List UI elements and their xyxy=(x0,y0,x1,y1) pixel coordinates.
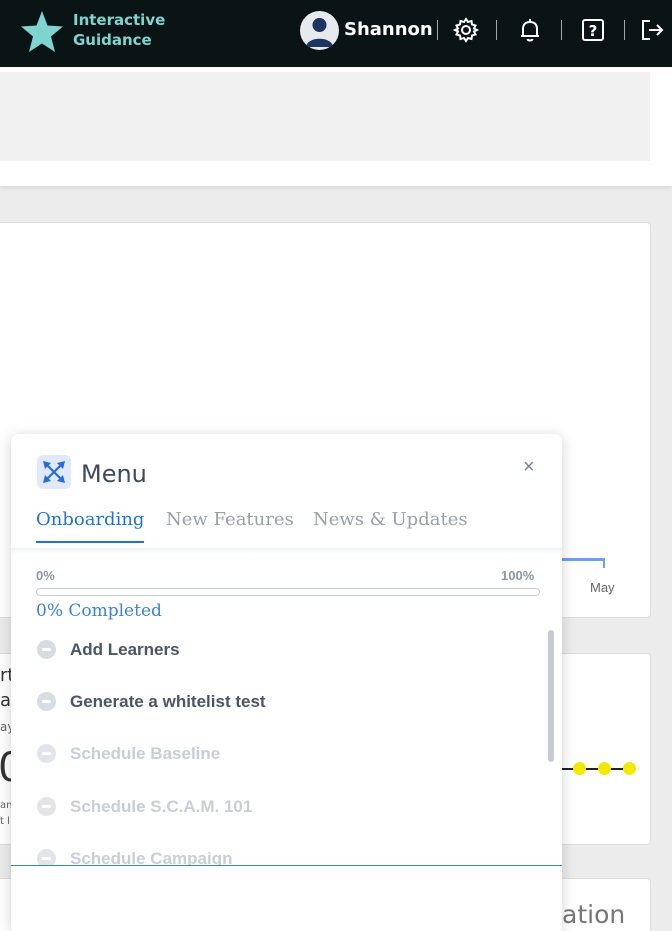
star-logo-icon[interactable] xyxy=(18,8,66,56)
svg-text:?: ? xyxy=(589,22,598,40)
onboarding-list: Add Learners Generate a whitelist test S… xyxy=(11,630,562,866)
menu-logo-icon xyxy=(37,455,71,489)
tab-new-features[interactable]: New Features xyxy=(166,509,294,541)
list-scrollbar[interactable] xyxy=(548,630,554,762)
trend-point xyxy=(598,762,611,775)
axis-label-month: May xyxy=(590,580,615,595)
list-item[interactable]: Generate a whitelist test xyxy=(11,682,541,722)
page-banner xyxy=(0,72,650,161)
text-fragment: t l xyxy=(0,816,10,827)
list-item: Schedule Baseline xyxy=(11,734,541,774)
divider xyxy=(561,20,562,40)
chart-line xyxy=(560,558,605,561)
trend-point xyxy=(623,762,636,775)
close-button[interactable]: × xyxy=(523,456,535,479)
status-minus-icon xyxy=(37,640,56,659)
status-minus-icon xyxy=(37,692,56,711)
username[interactable]: Shannon xyxy=(344,19,433,40)
trend-point xyxy=(573,762,586,775)
divider xyxy=(624,20,625,40)
item-label: Schedule S.C.A.M. 101 xyxy=(70,797,253,816)
item-label: Add Learners xyxy=(70,640,180,659)
bell-icon[interactable] xyxy=(516,16,544,44)
status-minus-icon xyxy=(37,744,56,763)
list-item[interactable]: Add Learners xyxy=(11,630,541,670)
divider xyxy=(437,20,438,40)
progress-status: 0% Completed xyxy=(36,601,162,621)
avatar[interactable] xyxy=(300,11,339,50)
item-label: Schedule Campaign xyxy=(70,849,233,866)
tab-onboarding[interactable]: Onboarding xyxy=(36,509,145,543)
divider xyxy=(496,20,497,40)
guidance-menu-panel: Menu × Onboarding New Features News & Up… xyxy=(11,434,562,931)
progress-bar xyxy=(36,588,540,596)
top-bar: Interactive Guidance Shannon ? xyxy=(0,0,672,67)
chart-tick xyxy=(603,558,605,568)
list-item: Schedule Campaign xyxy=(11,839,541,866)
list-bottom-divider xyxy=(11,865,562,866)
brand-name[interactable]: Interactive Guidance xyxy=(73,10,165,50)
status-minus-icon xyxy=(37,849,56,866)
progress-min-label: 0% xyxy=(36,568,55,583)
logout-icon[interactable] xyxy=(638,16,666,44)
help-icon[interactable]: ? xyxy=(579,16,607,44)
list-item: Schedule S.C.A.M. 101 xyxy=(11,787,541,827)
item-label: Schedule Baseline xyxy=(70,744,221,763)
brand-line-1: Interactive xyxy=(73,11,166,29)
tab-news-updates[interactable]: News & Updates xyxy=(313,509,468,541)
menu-title: Menu xyxy=(81,460,147,488)
card-title-fragment: ation xyxy=(562,900,626,929)
tabs-divider xyxy=(11,548,562,554)
brand-line-2: Guidance xyxy=(73,31,152,49)
progress-max-label: 100% xyxy=(501,568,535,583)
gear-icon[interactable] xyxy=(452,16,480,44)
item-label: Generate a whitelist test xyxy=(70,692,266,711)
avatar-icon xyxy=(306,18,333,47)
status-minus-icon xyxy=(37,797,56,816)
